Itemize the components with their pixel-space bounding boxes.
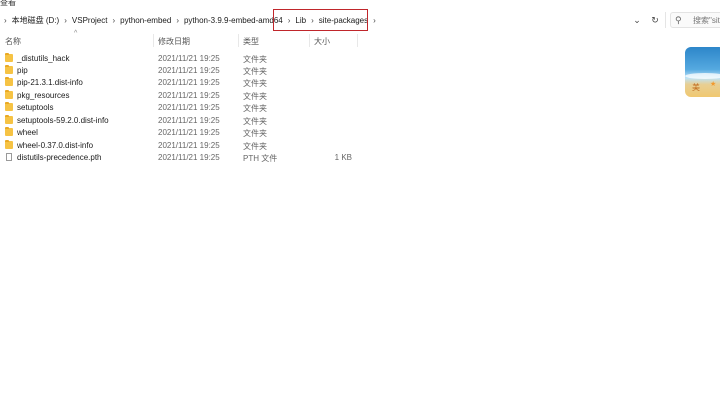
column-divider[interactable] (238, 34, 239, 47)
chevron-right-icon[interactable]: › (62, 16, 69, 25)
file-type: 文件夹 (243, 142, 267, 151)
folder-icon (5, 102, 13, 111)
folder-icon (5, 140, 13, 149)
refresh-icon[interactable]: ↻ (648, 13, 662, 27)
file-date: 2021/11/21 19:25 (158, 153, 220, 162)
breadcrumb-python-version[interactable]: python-3.9.9-embed-amd64 (181, 16, 286, 25)
file-type: 文件夹 (243, 67, 267, 76)
file-name: wheel (17, 128, 38, 137)
file-date: 2021/11/21 19:25 (158, 103, 220, 112)
file-date: 2021/11/21 19:25 (158, 116, 220, 125)
search-input[interactable]: ⚲ 搜索"site (670, 12, 720, 28)
file-date: 2021/11/21 19:25 (158, 128, 220, 137)
file-name: setuptools-59.2.0.dist-info (17, 116, 109, 125)
file-name: distutils-precedence.pth (17, 153, 102, 162)
file-name: _distutils_hack (17, 54, 70, 63)
folder-icon (5, 127, 13, 136)
folder-icon (5, 65, 13, 74)
file-row[interactable]: pip 2021/11/21 19:25 文件夹 (0, 65, 360, 77)
column-header-row: ^ 名称 修改日期 类型 大小 (0, 30, 720, 47)
file-name: pip-21.3.1.dist-info (17, 78, 83, 87)
file-size: 1 KB (334, 153, 352, 162)
file-row[interactable]: wheel-0.37.0.dist-info 2021/11/21 19:25 … (0, 140, 360, 152)
chevron-down-icon[interactable]: ⌄ (630, 13, 644, 27)
file-type: 文件夹 (243, 129, 267, 138)
breadcrumb-vsproject[interactable]: VSProject (69, 16, 111, 25)
file-name: setuptools (17, 103, 54, 112)
star-icon: ★ (710, 81, 717, 88)
file-name: pip (17, 66, 28, 75)
file-row[interactable]: setuptools 2021/11/21 19:25 文件夹 (0, 102, 360, 114)
folder-icon (5, 115, 13, 124)
file-name: pkg_resources (17, 91, 70, 100)
file-type: PTH 文件 (243, 154, 278, 163)
column-header-type[interactable]: 类型 (243, 36, 259, 47)
search-placeholder: 搜索"site (693, 15, 720, 25)
file-date: 2021/11/21 19:25 (158, 66, 220, 75)
file-row[interactable]: pip-21.3.1.dist-info 2021/11/21 19:25 文件… (0, 77, 360, 89)
file-date: 2021/11/21 19:25 (158, 78, 220, 87)
column-header-size[interactable]: 大小 (314, 36, 330, 47)
divider (665, 12, 666, 28)
file-name: wheel-0.37.0.dist-info (17, 141, 94, 150)
highlight-annotation (273, 9, 368, 31)
file-type: 文件夹 (243, 104, 267, 113)
menu-bar: 查看 (0, 0, 720, 8)
thumbnail-text: 美 (692, 83, 700, 92)
column-divider[interactable] (153, 34, 154, 47)
file-row[interactable]: distutils-precedence.pth 2021/11/21 19:2… (0, 152, 360, 164)
file-row[interactable]: _distutils_hack 2021/11/21 19:25 文件夹 (0, 53, 360, 65)
folder-icon (5, 53, 13, 62)
folder-icon (5, 90, 13, 99)
breadcrumb-python-embed[interactable]: python-embed (117, 16, 174, 25)
file-type: 文件夹 (243, 79, 267, 88)
view-menu[interactable]: 查看 (0, 0, 16, 8)
search-icon: ⚲ (675, 15, 682, 25)
column-divider[interactable] (357, 34, 358, 47)
file-type: 文件夹 (243, 55, 267, 64)
column-header-date[interactable]: 修改日期 (158, 36, 190, 47)
chevron-right-icon[interactable]: › (2, 16, 9, 25)
file-type: 文件夹 (243, 117, 267, 126)
column-divider[interactable] (309, 34, 310, 47)
chevron-right-icon[interactable]: › (371, 16, 378, 25)
file-date: 2021/11/21 19:25 (158, 141, 220, 150)
file-row[interactable]: pkg_resources 2021/11/21 19:25 文件夹 (0, 90, 360, 102)
folder-icon (5, 77, 13, 86)
file-date: 2021/11/21 19:25 (158, 91, 220, 100)
sort-caret-icon: ^ (74, 30, 78, 37)
chevron-right-icon[interactable]: › (174, 16, 181, 25)
thumbnail-wave (685, 73, 720, 79)
file-row[interactable]: setuptools-59.2.0.dist-info 2021/11/21 1… (0, 115, 360, 127)
file-icon (6, 153, 12, 161)
file-row[interactable]: wheel 2021/11/21 19:25 文件夹 (0, 127, 360, 139)
preview-thumbnail[interactable]: 美 ★ (685, 47, 720, 97)
column-header-name[interactable]: 名称 (5, 36, 21, 47)
chevron-right-icon[interactable]: › (110, 16, 117, 25)
file-type: 文件夹 (243, 92, 267, 101)
file-date: 2021/11/21 19:25 (158, 54, 220, 63)
breadcrumb-drive[interactable]: 本地磁盘 (D:) (9, 15, 63, 26)
address-bar[interactable]: › 本地磁盘 (D:) › VSProject › python-embed ›… (0, 9, 720, 31)
